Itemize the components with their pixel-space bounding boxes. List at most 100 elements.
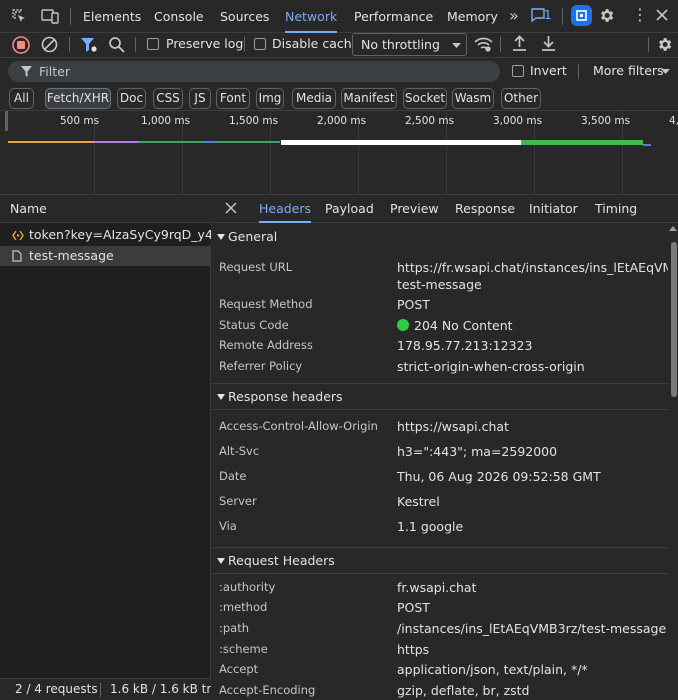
search-icon[interactable]: [108, 36, 125, 53]
tab-network[interactable]: Network: [285, 0, 338, 33]
status-code-key: Status Code: [219, 318, 289, 332]
header-key: Accept: [219, 662, 259, 676]
general-section-header[interactable]: General: [212, 224, 668, 250]
filter-placeholder: Filter: [39, 64, 70, 79]
filter-funnel-icon[interactable]: [80, 36, 98, 54]
filter-icon: [21, 66, 32, 77]
header-value: 1.1 google: [397, 519, 464, 534]
tab-headers[interactable]: Headers: [259, 195, 312, 223]
scroll-up-arrow-icon[interactable]: [669, 226, 677, 231]
request-url-value-cont: test-message: [397, 277, 482, 292]
chip-manifest[interactable]: Manifest: [341, 88, 397, 109]
collapse-triangle-icon: [217, 234, 225, 240]
invert-checkbox[interactable]: [512, 65, 524, 77]
chip-fetch-xhr[interactable]: Fetch/XHR: [45, 88, 111, 109]
request-method-value: POST: [397, 297, 430, 312]
header-value: Thu, 06 Aug 2026 09:52:58 GMT: [397, 469, 601, 484]
header-key: Alt-Svc: [219, 444, 260, 458]
status-ok-dot-icon: [397, 319, 409, 331]
tab-response[interactable]: Response: [455, 195, 515, 223]
name-header-label: Name: [10, 201, 47, 216]
status-code-text: 204 No Content: [414, 318, 513, 333]
chip-font[interactable]: Font: [216, 88, 250, 109]
import-har-upload-icon[interactable]: [512, 35, 527, 52]
tab-memory[interactable]: Memory: [447, 0, 498, 33]
chip-js[interactable]: JS: [189, 88, 211, 109]
tab-performance[interactable]: Performance: [354, 0, 433, 33]
header-key: :path: [219, 621, 250, 635]
header-value: Kestrel: [397, 494, 440, 509]
export-har-download-icon[interactable]: [541, 35, 556, 52]
chip-other[interactable]: Other: [501, 88, 541, 109]
fetch-xhr-icon: [12, 230, 24, 241]
dropdown-arrow-icon: [452, 43, 461, 48]
throttling-select[interactable]: No throttling: [352, 33, 467, 56]
request-url-key: Request URL: [219, 260, 293, 274]
name-column-header[interactable]: Name: [0, 195, 211, 223]
response-headers-section-header[interactable]: Response headers: [212, 383, 668, 409]
timeline-bar: [643, 144, 651, 146]
devtools-tab-bar: Elements Console Sources Network Perform…: [0, 0, 678, 33]
tick-label: 500 ms: [60, 115, 100, 127]
transferred-size: 1.6 kB / 1.6 kB tran: [110, 682, 211, 696]
divider: [244, 37, 245, 52]
close-details-icon[interactable]: [225, 202, 237, 214]
clear-icon[interactable]: [41, 36, 58, 53]
disable-cache-label: Disable cache: [272, 36, 360, 51]
chip-socket[interactable]: Socket: [403, 88, 447, 109]
timeline-bar: [204, 141, 216, 143]
tab-console[interactable]: Console: [154, 0, 204, 33]
extension-badge-icon[interactable]: [571, 5, 592, 26]
remote-address-value: 178.95.77.213:12323: [397, 338, 533, 353]
request-row-selected[interactable]: test-message: [0, 246, 211, 266]
tab-timing[interactable]: Timing: [595, 195, 637, 223]
divider: [578, 64, 579, 79]
device-toolbar-icon[interactable]: [40, 6, 60, 26]
tick-label: 1,500 ms: [229, 115, 279, 127]
scrollbar-thumb[interactable]: [671, 242, 677, 397]
header-value: h3=":443"; ma=2592000: [397, 444, 558, 459]
section-title: Request Headers: [228, 553, 335, 568]
timeline-bar: [94, 141, 139, 143]
messages-icon[interactable]: [531, 8, 545, 22]
network-settings-gear-icon[interactable]: [656, 36, 673, 53]
chip-media[interactable]: Media: [292, 88, 336, 109]
request-row[interactable]: token?key=AIzaSyCy9rqD_y48...: [0, 225, 211, 245]
more-filters-button[interactable]: More filters: [593, 63, 664, 78]
tab-sources[interactable]: Sources: [220, 0, 269, 33]
timeline-bar: [216, 141, 280, 143]
chip-wasm[interactable]: Wasm: [452, 88, 494, 109]
messages-count: 1: [544, 8, 552, 22]
chip-img[interactable]: Img: [256, 88, 284, 109]
preserve-log-checkbox[interactable]: [147, 38, 159, 50]
header-key: Date: [219, 469, 247, 483]
disable-cache-checkbox[interactable]: [254, 38, 266, 50]
header-value: fr.wsapi.chat: [397, 580, 477, 595]
more-options-icon[interactable]: ⋮: [632, 5, 648, 25]
request-headers-section-header[interactable]: Request Headers: [212, 547, 668, 573]
chip-css[interactable]: CSS: [153, 88, 183, 109]
chip-all[interactable]: All: [9, 88, 34, 109]
close-devtools-icon[interactable]: [655, 8, 669, 22]
collapse-triangle-icon: [217, 558, 225, 564]
inspect-element-icon[interactable]: [9, 6, 29, 26]
request-count: 2 / 4 requests: [15, 682, 98, 696]
divider: [212, 409, 668, 410]
filter-input[interactable]: Filter: [8, 61, 500, 82]
network-conditions-wifi-icon[interactable]: [474, 36, 493, 53]
header-key: Accept-Encoding: [219, 683, 316, 697]
more-tabs-icon[interactable]: »: [509, 6, 519, 25]
tick-label: 4,0: [669, 115, 678, 127]
tab-elements[interactable]: Elements: [83, 0, 141, 33]
tab-preview[interactable]: Preview: [390, 195, 439, 223]
chip-doc[interactable]: Doc: [117, 88, 146, 109]
record-stop-icon[interactable]: [12, 36, 30, 54]
tab-initiator[interactable]: Initiator: [529, 195, 578, 223]
tab-payload[interactable]: Payload: [325, 195, 374, 223]
overview-drag-handle[interactable]: [5, 111, 8, 131]
divider: [70, 8, 71, 25]
header-value: /instances/ins_lEtAEqVMB3rz/test-message: [397, 621, 667, 636]
timeline-bar: [521, 140, 643, 145]
settings-gear-icon[interactable]: [598, 7, 615, 24]
divider: [500, 37, 501, 52]
